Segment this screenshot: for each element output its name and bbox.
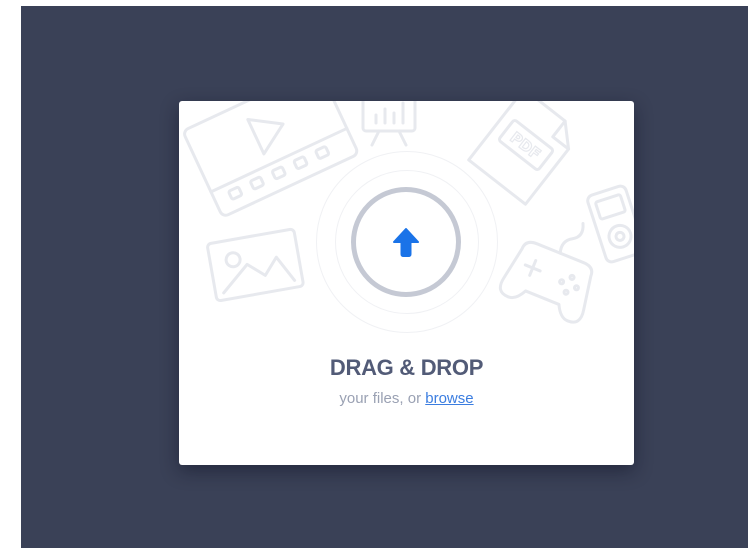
arrow-up-icon [393, 228, 419, 257]
page-background: PDF DRAG & DROP your files, or browse [21, 6, 748, 548]
pdf-file-icon: PDF [467, 101, 571, 206]
image-icon [206, 227, 305, 303]
browse-link[interactable]: browse [425, 390, 473, 407]
gamepad-icon [498, 222, 594, 324]
upload-button[interactable] [351, 187, 461, 297]
dropzone-title: DRAG & DROP [329, 355, 484, 380]
presentation-chart-icon [361, 101, 417, 147]
dropzone-subtitle: your files, or browse [179, 390, 634, 407]
pdf-icon-label: PDF [507, 128, 545, 163]
media-player-icon [586, 184, 634, 264]
dropzone-card[interactable]: PDF DRAG & DROP your files, or browse [179, 101, 634, 465]
dropzone-subtitle-text: your files, or [339, 390, 422, 407]
